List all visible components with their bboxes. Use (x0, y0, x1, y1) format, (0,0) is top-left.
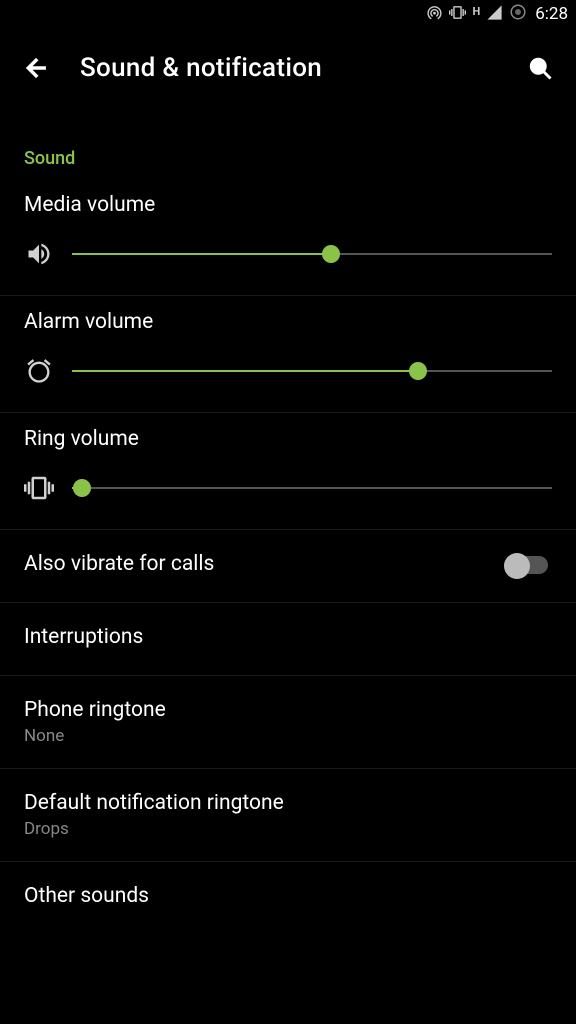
vibrate-icon (449, 4, 466, 25)
network-type-label: H (472, 5, 480, 18)
hotspot-icon (426, 4, 443, 25)
status-bar: H 6:28 (0, 0, 576, 28)
ring-volume-row: Ring volume (0, 413, 576, 530)
other-sounds-row[interactable]: Other sounds (0, 862, 576, 934)
ring-volume-label: Ring volume (24, 427, 552, 451)
media-volume-row: Media volume (0, 179, 576, 296)
sync-icon (509, 3, 527, 25)
speaker-icon (24, 239, 54, 269)
alarm-volume-slider[interactable] (72, 361, 552, 381)
alarm-volume-row: Alarm volume (0, 296, 576, 413)
phone-ringtone-row[interactable]: Phone ringtone None (0, 676, 576, 769)
alarm-icon (24, 356, 54, 386)
phone-ringtone-label: Phone ringtone (24, 698, 552, 722)
notif-ringtone-value: Drops (24, 819, 552, 839)
app-bar: Sound & notification (0, 28, 576, 108)
phone-ringtone-value: None (24, 726, 552, 746)
vibrate-calls-label: Also vibrate for calls (24, 552, 214, 576)
section-header-sound: Sound (0, 108, 576, 179)
ring-volume-slider[interactable] (72, 478, 552, 498)
vibrate-ring-icon (24, 473, 54, 503)
media-volume-slider[interactable] (72, 244, 552, 264)
status-time: 6:28 (535, 4, 568, 24)
other-sounds-label: Other sounds (24, 884, 552, 908)
notif-ringtone-label: Default notification ringtone (24, 791, 552, 815)
alarm-volume-label: Alarm volume (24, 310, 552, 334)
back-button[interactable] (16, 48, 56, 88)
interruptions-label: Interruptions (24, 625, 552, 649)
signal-icon (486, 4, 503, 25)
notif-ringtone-row[interactable]: Default notification ringtone Drops (0, 769, 576, 862)
media-volume-label: Media volume (24, 193, 552, 217)
vibrate-calls-toggle[interactable] (504, 553, 552, 579)
page-title: Sound & notification (80, 53, 496, 83)
vibrate-calls-row[interactable]: Also vibrate for calls (0, 530, 576, 603)
search-button[interactable] (520, 48, 560, 88)
interruptions-row[interactable]: Interruptions (0, 603, 576, 676)
